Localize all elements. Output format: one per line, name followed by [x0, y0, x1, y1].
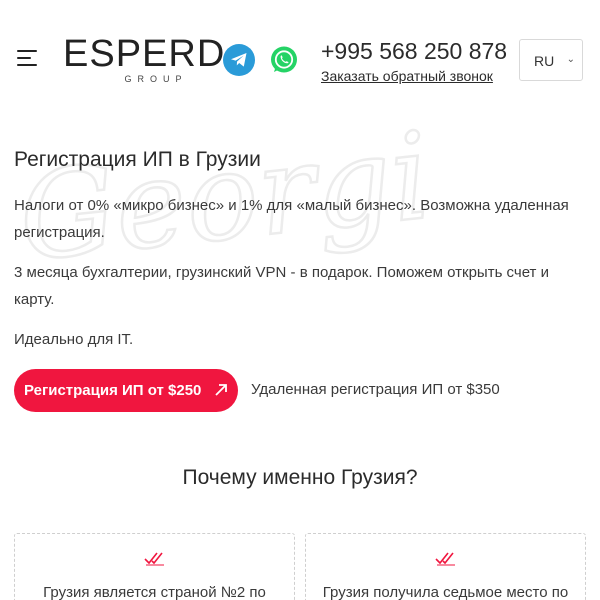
hero-paragraph: 3 месяца бухгалтерии, грузинский VPN - в…	[14, 264, 549, 308]
chevron-down-icon: ⌄	[566, 54, 575, 65]
feature-card-text: Грузия получила седьмое место по	[322, 584, 569, 600]
arrow-up-right-icon	[215, 384, 227, 396]
section-title: Почему именно Грузия?	[182, 466, 418, 489]
whatsapp-icon[interactable]	[268, 44, 300, 76]
double-check-icon	[434, 552, 455, 566]
language-select[interactable]: RU ⌄	[519, 39, 583, 81]
phone-number[interactable]: +995 568 250 878	[321, 38, 507, 65]
logo-word: ESPERD	[63, 33, 226, 75]
logo[interactable]: ESPERD GROUP	[63, 33, 226, 86]
feature-card-text: Грузия является страной №2 по	[43, 584, 266, 600]
menu-icon[interactable]	[17, 48, 39, 68]
remote-registration-link[interactable]: Удаленная регистрация ИП от $350	[251, 381, 500, 398]
hero-paragraph: Налоги от 0% «микро бизнес» и 1% для «ма…	[14, 197, 569, 241]
register-button-label: Регистрация ИП от $250	[24, 382, 202, 399]
language-value: RU	[534, 53, 555, 69]
logo-group: GROUP	[124, 74, 188, 84]
double-check-icon	[143, 552, 164, 566]
feature-card: Грузия получила седьмое место по	[305, 533, 586, 600]
register-button[interactable]: Регистрация ИП от $250	[14, 369, 238, 412]
feature-card: Грузия является страной №2 по	[14, 533, 295, 600]
telegram-icon[interactable]	[223, 44, 255, 76]
hero-paragraph: Идеально для IT.	[14, 331, 134, 348]
page-title: Регистрация ИП в Грузии	[14, 148, 261, 171]
callback-link[interactable]: Заказать обратный звонок	[321, 68, 493, 84]
site-header: ESPERD GROUP +995 568 250 878 Заказать о…	[0, 0, 600, 120]
